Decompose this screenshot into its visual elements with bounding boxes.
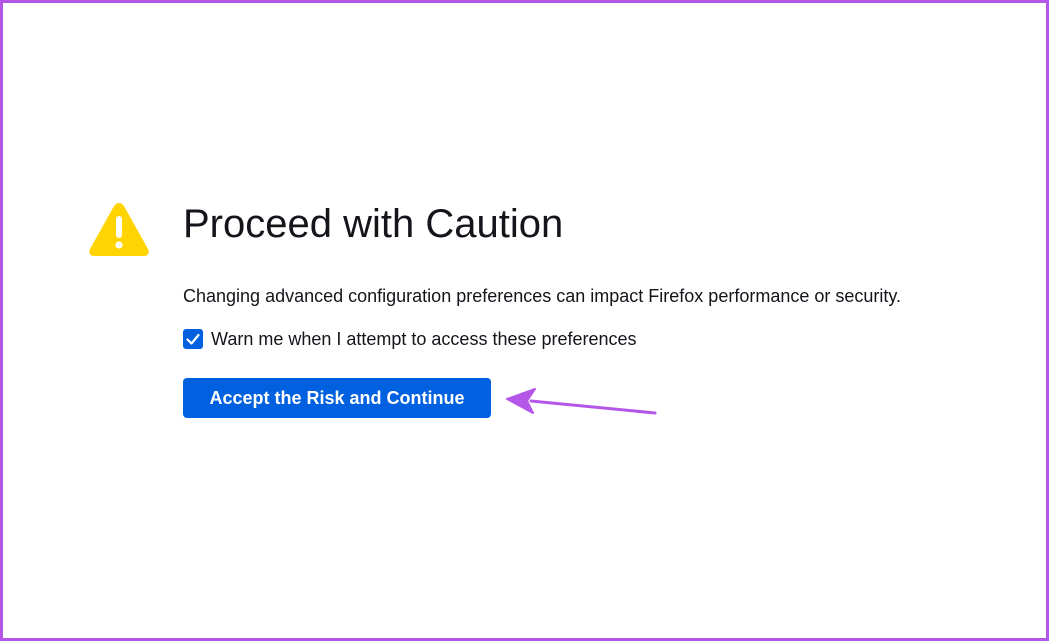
warn-checkbox[interactable] bbox=[183, 329, 203, 349]
warning-description: Changing advanced configuration preferen… bbox=[183, 286, 902, 306]
warn-checkbox-label: Warn me when I attempt to access these p… bbox=[211, 329, 637, 349]
annotation-arrow-icon bbox=[506, 388, 657, 415]
checkmark-icon bbox=[186, 333, 200, 345]
accept-risk-button[interactable]: Accept the Risk and Continue bbox=[183, 378, 491, 418]
page-frame: Proceed with Caution Changing advanced c… bbox=[0, 0, 1049, 641]
warning-icon bbox=[89, 203, 149, 256]
warn-checkbox-row[interactable]: Warn me when I attempt to access these p… bbox=[183, 327, 637, 351]
page-title: Proceed with Caution bbox=[183, 202, 564, 246]
